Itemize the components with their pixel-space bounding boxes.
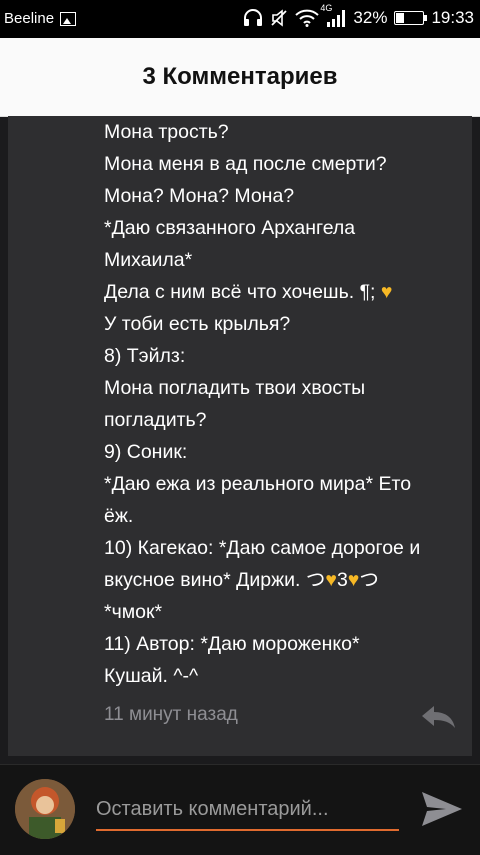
comment-line: У тоби есть крылья? <box>104 313 291 335</box>
battery-icon <box>394 11 428 25</box>
comment-line: 9) Соник: <box>104 441 188 463</box>
headphones-icon <box>244 9 263 26</box>
wifi-icon <box>295 9 320 27</box>
network-type: 4G <box>320 3 333 13</box>
send-icon[interactable] <box>420 789 464 829</box>
comment-line: *Даю связанного Архангела <box>104 217 356 239</box>
comment-line: Мона? Мона? Мона? <box>104 185 295 207</box>
carrier-name: Beeline <box>4 10 55 27</box>
comment-line: Мона трость? <box>104 121 229 143</box>
heart-icon: ♥ <box>380 281 393 303</box>
avatar-image <box>15 779 75 839</box>
comment-line: вкусное вино* Диржи. つ♥3♥つ <box>104 569 379 591</box>
comment-input[interactable] <box>96 789 399 831</box>
comment-card: Мона трость? Мона меня в ад после смерти?… <box>8 116 472 756</box>
heart-icon: ♥ <box>347 569 360 591</box>
comment-line: погладить? <box>104 409 207 431</box>
comment-input-bar <box>0 764 480 855</box>
reply-icon[interactable] <box>418 702 458 730</box>
heart-icon: ♥ <box>325 569 337 591</box>
comment-line: *чмок* <box>104 601 163 623</box>
comment-text: Мона трость? Мона меня в ад после смерти?… <box>104 116 464 692</box>
header: 3 Комментариев <box>0 38 480 117</box>
comment-line: 10) Кагекао: *Даю самое дорогое и <box>104 537 421 559</box>
comment-line: Кушай. ^-^ <box>104 665 199 687</box>
comment-line: Михаила* <box>104 249 193 271</box>
comment-line: 8) Тэйлз: <box>104 345 186 367</box>
status-bar: Beeline 4G 32% 19:33 <box>0 0 480 38</box>
comment-line: *Даю ежа из реального мира* Ето <box>104 473 412 495</box>
image-icon <box>60 11 77 26</box>
comment-line: 11) Автор: *Даю мороженко* <box>104 633 360 655</box>
comment-line: Мона меня в ад после смерти? <box>104 153 387 175</box>
comment-line: ёж. <box>104 505 134 527</box>
avatar[interactable] <box>15 779 75 839</box>
battery-fill <box>396 13 405 23</box>
mute-icon <box>271 9 288 27</box>
comment-timestamp: 11 минут назад <box>104 704 238 725</box>
comment-line: Мона погладить твои хвосты <box>104 377 366 399</box>
clock: 19:33 <box>431 8 474 27</box>
page-title: 3 Комментариев <box>142 63 338 90</box>
battery-percent: 32% <box>353 8 388 27</box>
comment-line: Дела с ним всё что хочешь. ¶; ♥ <box>104 281 393 303</box>
